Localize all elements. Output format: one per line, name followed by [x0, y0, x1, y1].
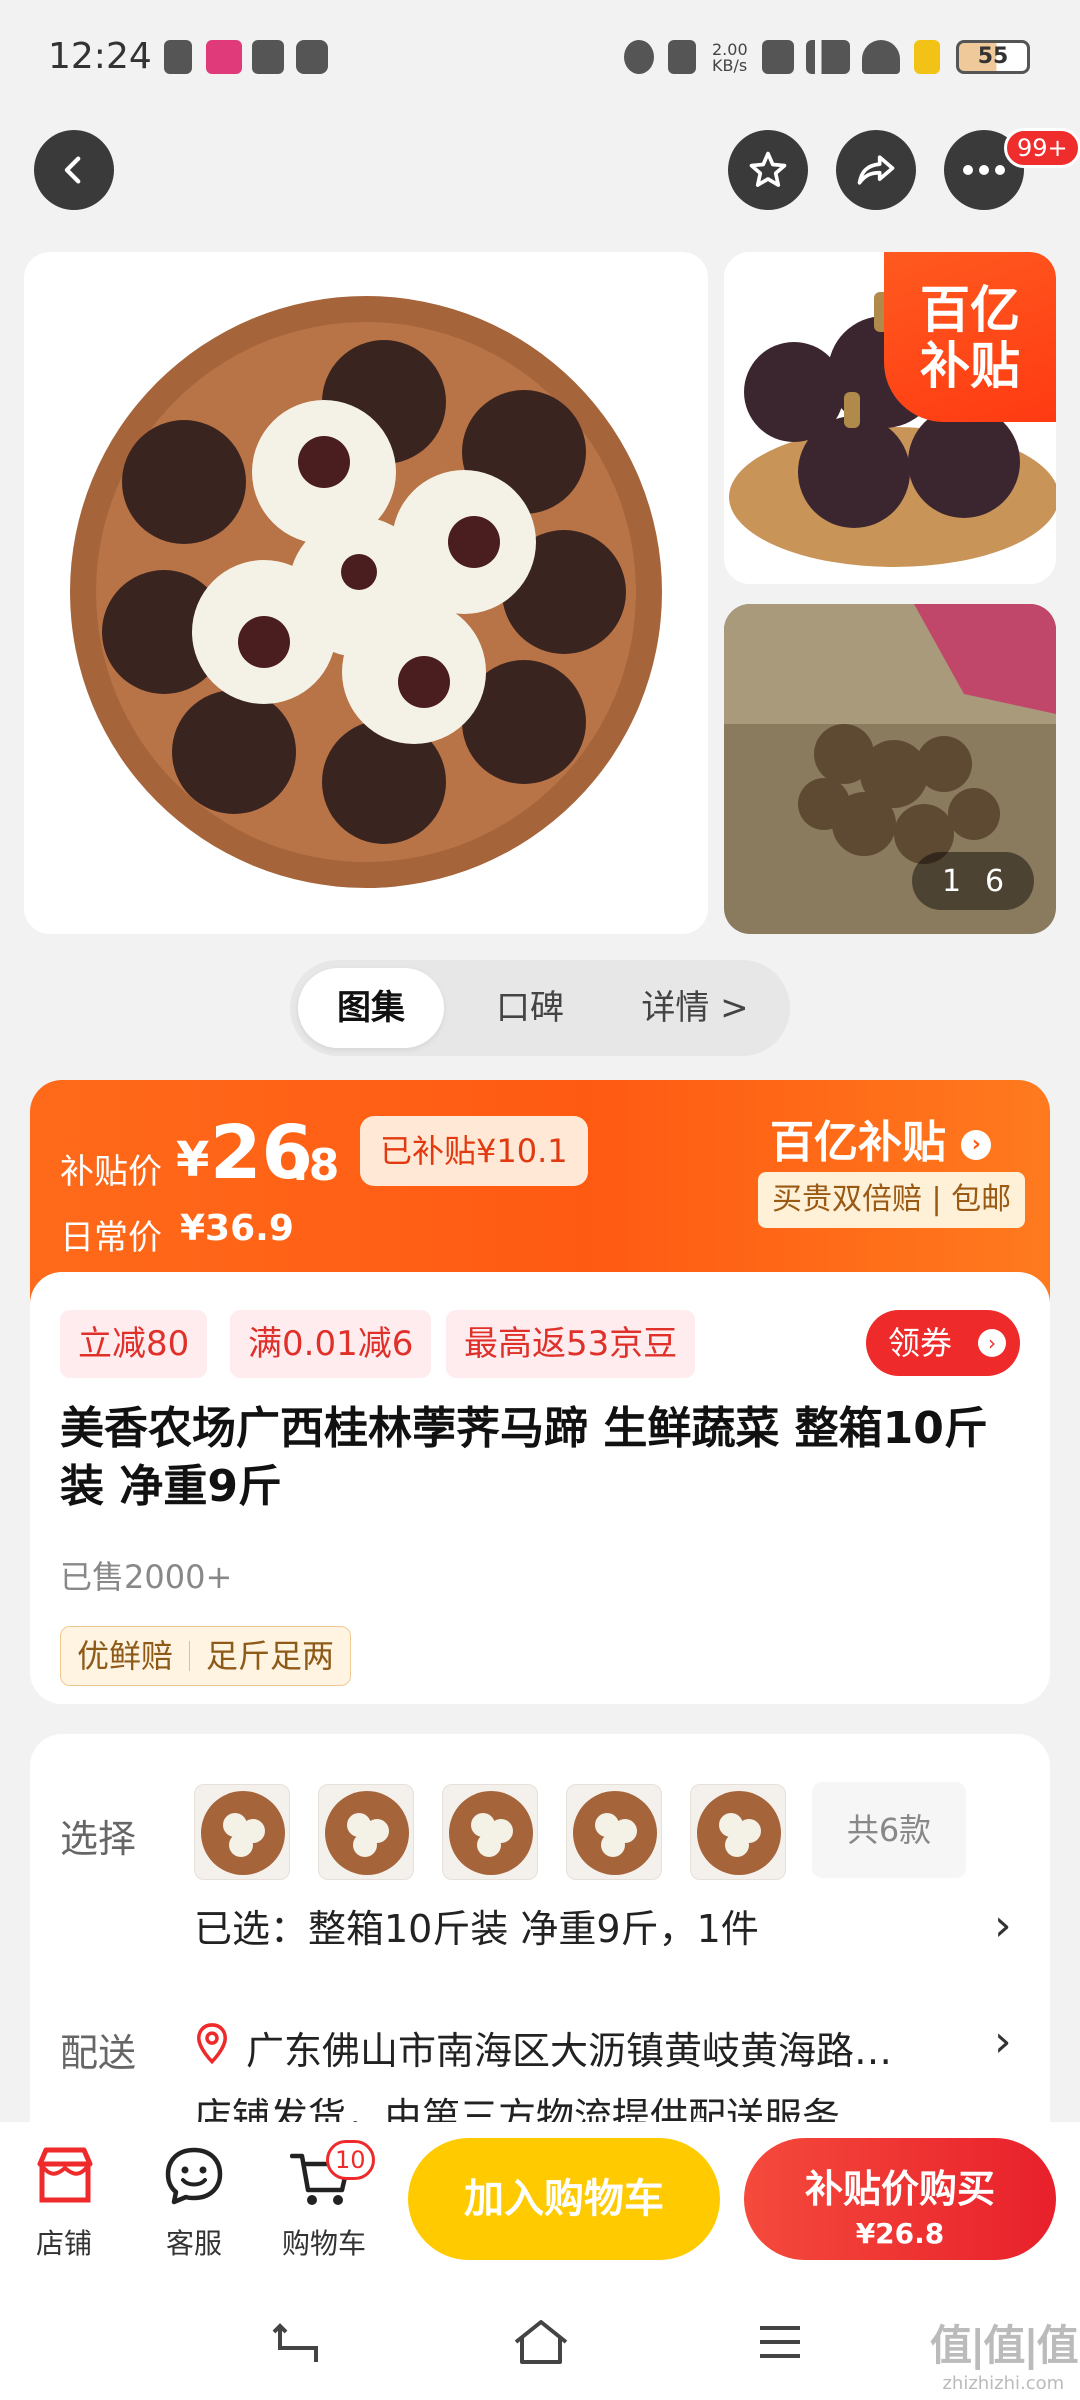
- share-button[interactable]: [836, 130, 916, 210]
- promo-tag-discount: 立减80: [60, 1310, 208, 1378]
- variant-count[interactable]: 共6款: [812, 1782, 966, 1878]
- buy-price: ¥26.8: [855, 2217, 945, 2250]
- status-time: 12:24: [48, 36, 152, 77]
- nav-home-icon[interactable]: [510, 2316, 572, 2368]
- counter-total: 6: [984, 863, 1005, 899]
- variant-thumb[interactable]: [566, 1784, 662, 1880]
- select-label: 选择: [60, 1817, 137, 1861]
- variant-thumb[interactable]: [690, 1784, 786, 1880]
- tab-reviews[interactable]: 口碑: [460, 968, 600, 1048]
- smile-chat-icon: [165, 2147, 223, 2205]
- favorite-button[interactable]: [728, 130, 808, 210]
- shop-label: 店铺: [35, 2227, 92, 2260]
- delivery-label: 配送: [60, 2031, 137, 2075]
- share-icon: [857, 155, 895, 185]
- tab-gallery[interactable]: 图集: [298, 968, 444, 1048]
- counter-current: 1: [941, 863, 962, 899]
- fresh-tag-weight: 足斤足两: [206, 1637, 335, 1675]
- net-speed: 2.00 KB/s: [712, 40, 748, 75]
- subsidy-corner-badge: 百亿 补贴: [884, 252, 1056, 422]
- battery-icon: 55: [956, 40, 1030, 74]
- hd-icon: [762, 40, 794, 74]
- main-product-image[interactable]: [24, 252, 708, 934]
- buy-label: 补贴价购买: [804, 2167, 995, 2211]
- variant-image: [697, 1791, 781, 1875]
- watermark-line1: 值|值|值: [930, 2321, 1079, 2370]
- subsidy-brand-text: 百亿补贴: [770, 1117, 946, 1168]
- variant-image: [325, 1791, 409, 1875]
- price-decimal: .8: [292, 1140, 340, 1191]
- water-chestnut-plate-image: [70, 296, 662, 888]
- alarm-icon: [624, 40, 654, 74]
- delivery-address[interactable]: 广东佛山市南海区大沥镇黄岐黄海路…: [246, 2020, 966, 2075]
- variant-thumb[interactable]: [194, 1784, 290, 1880]
- variant-thumb[interactable]: [442, 1784, 538, 1880]
- nav-menu-icon[interactable]: [756, 2322, 804, 2362]
- price-currency: ¥: [176, 1132, 210, 1188]
- tab-details[interactable]: 详情 >: [610, 968, 780, 1048]
- more-dots-icon: [963, 165, 1005, 175]
- variant-thumb[interactable]: [318, 1784, 414, 1880]
- gallery-icon: [164, 40, 192, 74]
- product-title: 美香农场广西桂林荸荠马蹄 生鲜蔬菜 整箱10斤装 净重9斤: [60, 1403, 988, 1512]
- cart-badge: 10: [326, 2140, 375, 2180]
- corner-badge-line2: 补贴: [920, 337, 1020, 395]
- nav-back-icon[interactable]: [270, 2320, 324, 2368]
- more-badge: 99+: [1004, 128, 1080, 168]
- chevron-right-icon[interactable]: ›: [994, 2016, 1012, 2067]
- vibrate-icon: [668, 40, 696, 74]
- back-button[interactable]: [34, 130, 114, 210]
- charging-icon: [914, 40, 940, 74]
- variant-image: [573, 1791, 657, 1875]
- status-bar: 12:24 2.00 KB/s 55: [0, 0, 1080, 110]
- wifi-icon: [862, 40, 900, 74]
- promo-tag-jingdou: 最高返53京豆: [446, 1310, 696, 1378]
- calendar-icon: [252, 40, 284, 74]
- signal-icon: [806, 40, 850, 74]
- corner-badge-line1: 百亿: [920, 281, 1020, 339]
- location-pin-icon: [197, 2023, 227, 2065]
- customer-service-label: 客服: [165, 2227, 222, 2260]
- sold-count: 已售2000+: [60, 1558, 233, 1596]
- subsidy-price-label: 补贴价: [60, 1152, 162, 1192]
- daily-price: ¥36.9: [180, 1208, 294, 1249]
- watermark-line2: zhizhizhi.com: [942, 2373, 1065, 2394]
- daily-price-label: 日常价: [60, 1218, 162, 1258]
- chevron-left-icon: [64, 156, 81, 184]
- app-icon: [206, 40, 242, 74]
- store-icon: [37, 2147, 93, 2203]
- subsidized-amount: 已补贴¥10.1: [360, 1116, 588, 1186]
- image-counter: 1 6: [912, 852, 1034, 910]
- system-nav-bar: 值|值|值 zhizhizhi.com: [0, 2290, 1080, 2400]
- star-icon: [749, 151, 787, 187]
- subsidy-brand[interactable]: 百亿补贴 ›: [770, 1106, 992, 1170]
- chevron-right-icon[interactable]: ›: [994, 1900, 1012, 1951]
- thumbnail-image-1[interactable]: 百亿 补贴: [724, 252, 1056, 584]
- variant-image: [449, 1791, 533, 1875]
- chevron-right-icon: ›: [961, 1130, 992, 1160]
- subsidy-guarantee: 买贵双倍赔 | 包邮: [758, 1172, 1026, 1228]
- variant-image: [201, 1791, 285, 1875]
- watermark: 值|值|值 zhizhizhi.com: [930, 2312, 1079, 2394]
- fresh-tag-compensation: 优鲜赔: [77, 1637, 174, 1675]
- get-coupon-button[interactable]: 领券 ›: [866, 1310, 1020, 1376]
- promo-tag-threshold: 满0.01减6: [230, 1310, 432, 1378]
- coupon-label: 领券: [888, 1324, 953, 1362]
- subsidy-buy-button[interactable]: 补贴价购买 ¥26.8: [744, 2138, 1056, 2260]
- play-icon: [296, 40, 328, 74]
- cart-label: 购物车: [281, 2227, 366, 2260]
- media-tabs: 图集 口碑 详情 >: [290, 960, 790, 1056]
- selected-variant[interactable]: 已选：整箱10斤装 净重9斤，1件: [194, 1898, 759, 1953]
- chevron-right-icon: ›: [978, 1329, 1006, 1357]
- fresh-guarantee-tags[interactable]: 优鲜赔 足斤足两: [60, 1626, 352, 1686]
- add-to-cart-button[interactable]: 加入购物车: [408, 2138, 720, 2260]
